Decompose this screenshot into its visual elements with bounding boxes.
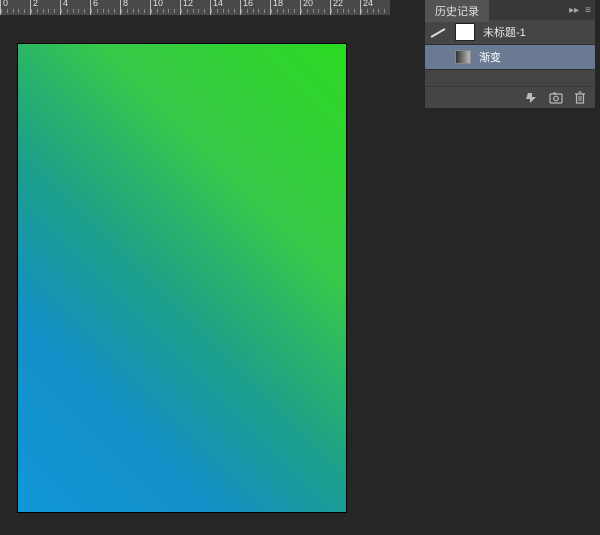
horizontal-ruler[interactable]: 024681012141618202224 [0,0,390,16]
ruler-tick-label: 4 [63,0,68,8]
panel-menu-icon[interactable]: ≡ [585,5,591,16]
history-item-document[interactable]: 未标题-1 [425,20,595,45]
ruler-tick-label: 16 [243,0,253,8]
history-item-label: 渐变 [479,49,501,65]
history-panel: 历史记录 ▸▸ ≡ 未标题-1 渐变 [425,0,595,108]
ruler-tick-label: 0 [3,0,8,8]
gradient-icon [455,50,471,64]
document-thumbnail [455,23,475,41]
panel-footer [425,86,595,108]
ruler-tick-label: 8 [123,0,128,8]
history-tab[interactable]: 历史记录 [425,0,489,22]
panel-tab-bar: 历史记录 ▸▸ ≡ [425,0,595,20]
panel-body [425,70,595,86]
ruler-tick-label: 6 [93,0,98,8]
create-snapshot-icon[interactable] [525,91,539,105]
ruler-tick-label: 22 [333,0,343,8]
ruler-tick-label: 18 [273,0,283,8]
brush-icon [431,25,447,39]
ruler-tick-label: 14 [213,0,223,8]
ruler-tick-label: 20 [303,0,313,8]
history-item-gradient[interactable]: 渐变 [425,45,595,70]
canvas-area[interactable] [0,16,390,535]
camera-icon[interactable] [549,91,563,105]
document-canvas[interactable] [18,44,346,512]
ruler-tick-label: 12 [183,0,193,8]
ruler-tick-label: 10 [153,0,163,8]
ruler-tick-label: 24 [363,0,373,8]
ruler-tick-label: 2 [33,0,38,8]
trash-icon[interactable] [573,91,587,105]
history-item-label: 未标题-1 [483,24,526,40]
collapse-icon[interactable]: ▸▸ [569,5,579,16]
